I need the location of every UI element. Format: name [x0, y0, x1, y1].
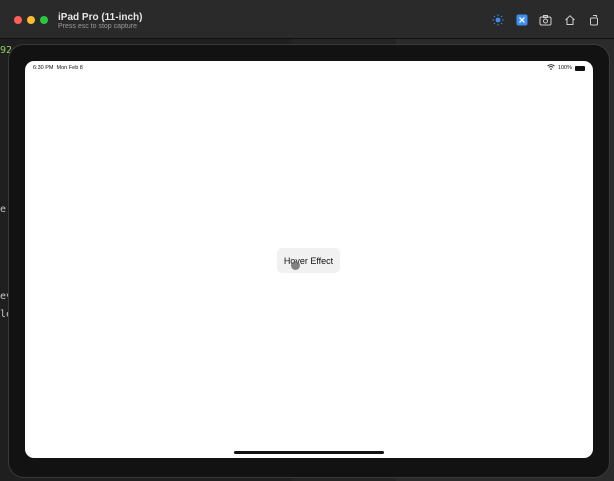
- status-time: 6:30 PM Mon Feb 8: [33, 65, 83, 71]
- home-indicator[interactable]: [234, 451, 384, 454]
- status-bar: 6:30 PM Mon Feb 8 100%: [25, 61, 593, 75]
- status-date: Mon Feb 8: [56, 65, 83, 71]
- status-indicators: 100%: [547, 64, 585, 72]
- window-subtitle: Press esc to stop capture: [58, 23, 137, 30]
- battery-icon: [575, 65, 585, 71]
- wifi-icon: [547, 64, 555, 72]
- home-icon[interactable]: [563, 13, 576, 26]
- rotate-icon[interactable]: [587, 13, 600, 26]
- toolbar-icons: [491, 13, 600, 26]
- hover-effect-button[interactable]: Hover Effect: [277, 248, 340, 273]
- status-clock: 6:30 PM: [33, 65, 54, 71]
- xcode-icon[interactable]: [515, 13, 528, 26]
- close-window-button[interactable]: [14, 16, 22, 24]
- window-title: iPad Pro (11-inch): [58, 12, 143, 23]
- editor-fragment: e: [0, 204, 7, 215]
- simulator-titlebar: iPad Pro (11-inch) Press esc to stop cap…: [0, 0, 614, 39]
- appearance-icon[interactable]: [491, 13, 504, 26]
- zoom-window-button[interactable]: [40, 16, 48, 24]
- battery-percent: 100%: [557, 65, 572, 71]
- screenshot-icon[interactable]: [539, 13, 552, 26]
- pointer-cursor-icon: [291, 261, 300, 270]
- minimize-window-button[interactable]: [27, 16, 35, 24]
- device-screen: 6:30 PM Mon Feb 8 100% Hover Effect: [25, 61, 593, 458]
